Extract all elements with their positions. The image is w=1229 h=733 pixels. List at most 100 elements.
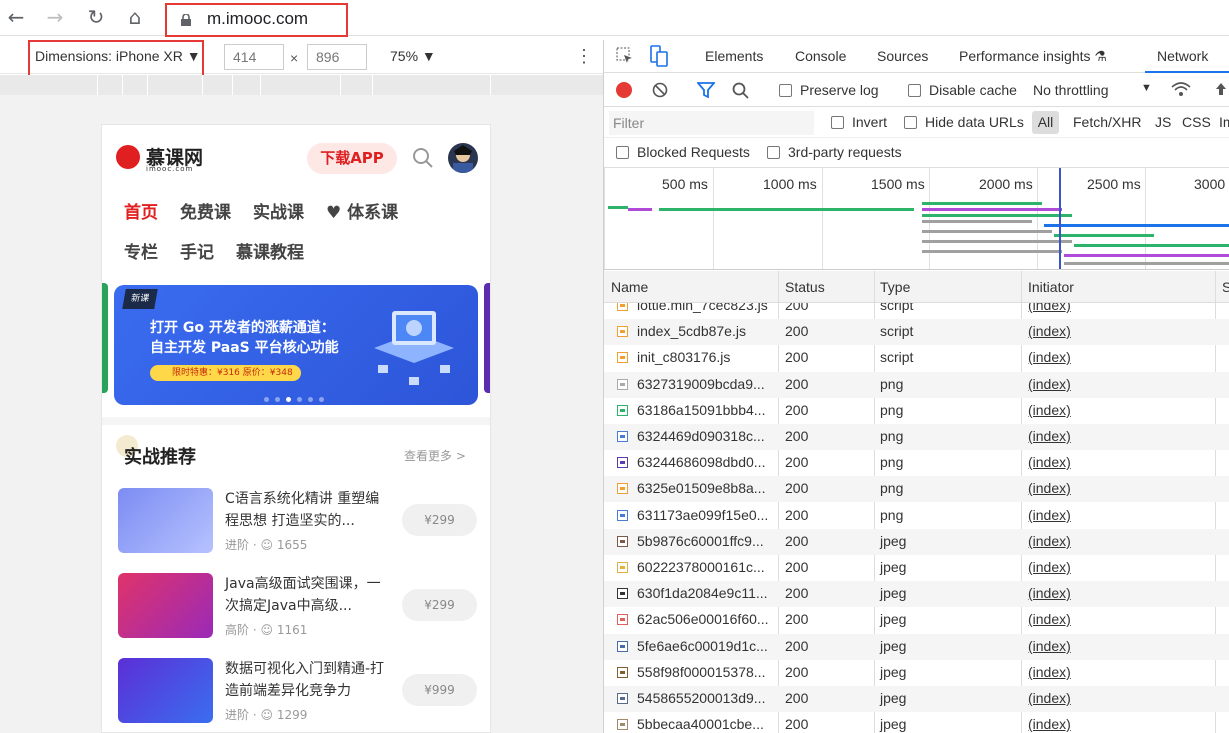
download-app-button[interactable]: 下载APP — [307, 143, 397, 174]
nav-column[interactable]: 专栏 — [124, 243, 158, 263]
nav-tutorials[interactable]: 慕课教程 — [236, 243, 304, 263]
more-options-icon[interactable]: ⋮ — [575, 46, 593, 67]
table-row[interactable]: index_5cdb87e.js 200 script (index) — [604, 319, 1229, 345]
network-overview-timeline[interactable]: 500 ms 1000 ms 1500 ms 2000 ms 2500 ms 3… — [604, 168, 1229, 270]
record-icon[interactable] — [616, 82, 632, 98]
inspect-element-icon[interactable] — [616, 47, 634, 65]
tab-performance-insights[interactable]: Performance insights ⚗ — [959, 48, 1107, 65]
filter-type-all[interactable]: All — [1032, 111, 1059, 134]
disable-cache-checkbox[interactable] — [908, 84, 921, 97]
nav-free-courses[interactable]: 免费课 — [180, 203, 231, 223]
nav-notes[interactable]: 手记 — [180, 243, 214, 263]
tab-elements[interactable]: Elements — [705, 48, 763, 64]
course-price[interactable]: ¥299 — [402, 504, 477, 536]
table-row[interactable]: 5458655200013d9... 200 jpeg (index) — [604, 686, 1229, 712]
request-initiator[interactable]: (index) — [1028, 376, 1071, 392]
request-initiator[interactable]: (index) — [1028, 585, 1071, 601]
request-initiator[interactable]: (index) — [1028, 559, 1071, 575]
column-status[interactable]: Status — [785, 279, 825, 295]
request-initiator[interactable]: (index) — [1028, 303, 1071, 313]
table-row[interactable]: 5fe6ae6c00019d1c... 200 jpeg (index) — [604, 634, 1229, 660]
table-row[interactable]: 5b9876c60001ffc9... 200 jpeg (index) — [604, 529, 1229, 555]
course-card[interactable]: Java高级面试突围课，一次搞定Java中高级... 高阶 · ☺ 1161 ¥… — [118, 573, 478, 639]
chevron-down-icon[interactable]: ▼ — [1141, 82, 1152, 94]
filter-type-fetch-xhr[interactable]: Fetch/XHR — [1073, 114, 1141, 130]
course-card[interactable]: C语言系统化精讲 重塑编程思想 打造坚实的... 进阶 · ☺ 1655 ¥29… — [118, 488, 478, 554]
pagination-dot[interactable] — [319, 397, 324, 402]
table-row[interactable]: 558f98f000015378... 200 jpeg (index) — [604, 660, 1229, 686]
height-input[interactable]: 896 — [307, 44, 367, 70]
table-row[interactable]: 631173ae099f15e0... 200 png (index) — [604, 503, 1229, 529]
filter-icon[interactable] — [697, 82, 715, 98]
column-initiator[interactable]: Initiator — [1028, 279, 1074, 295]
device-select[interactable]: Dimensions: iPhone XR ▼ — [35, 48, 201, 64]
column-size[interactable]: S — [1222, 279, 1229, 295]
network-conditions-icon[interactable] — [1170, 81, 1192, 99]
forward-icon[interactable]: → — [44, 6, 66, 28]
imooc-logo[interactable]: 慕课网 imooc.com — [116, 143, 216, 173]
request-initiator[interactable]: (index) — [1028, 716, 1071, 732]
preserve-log-checkbox[interactable] — [779, 84, 792, 97]
column-type[interactable]: Type — [880, 279, 910, 295]
clear-icon[interactable] — [652, 82, 668, 98]
pagination-dot-active[interactable] — [286, 397, 291, 402]
column-name[interactable]: Name — [611, 279, 648, 295]
tab-sources[interactable]: Sources — [877, 48, 928, 64]
hide-data-urls-checkbox[interactable] — [904, 116, 917, 129]
table-row[interactable]: 6325e01509e8b8a... 200 png (index) — [604, 476, 1229, 502]
request-initiator[interactable]: (index) — [1028, 428, 1071, 444]
pagination-dot[interactable] — [264, 397, 269, 402]
zoom-select[interactable]: 75% ▼ — [390, 48, 436, 64]
request-initiator[interactable]: (index) — [1028, 533, 1071, 549]
third-party-checkbox[interactable] — [767, 146, 780, 159]
course-price[interactable]: ¥299 — [402, 589, 477, 621]
request-initiator[interactable]: (index) — [1028, 611, 1071, 627]
device-toggle-icon[interactable] — [650, 45, 668, 67]
promo-banner[interactable]: 新课 打开 Go 开发者的涨薪通道： 自主开发 PaaS 平台核心功能 限时特惠… — [114, 285, 478, 405]
tab-console[interactable]: Console — [795, 48, 846, 64]
user-avatar[interactable] — [448, 143, 478, 173]
filter-type-js[interactable]: JS — [1155, 114, 1171, 130]
nav-practical-courses[interactable]: 实战课 — [253, 203, 304, 223]
filter-type-css[interactable]: CSS — [1182, 114, 1211, 130]
nav-home[interactable]: 首页 — [124, 203, 158, 223]
table-row[interactable]: 60222378000161c... 200 jpeg (index) — [604, 555, 1229, 581]
reload-icon[interactable]: ↻ — [85, 6, 107, 28]
table-row[interactable]: 62ac506e00016f60... 200 jpeg (index) — [604, 607, 1229, 633]
course-card[interactable]: 数据可视化入门到精通-打造前端差异化竞争力 进阶 · ☺ 1299 ¥999 — [118, 658, 478, 724]
request-initiator[interactable]: (index) — [1028, 638, 1071, 654]
request-initiator[interactable]: (index) — [1028, 454, 1071, 470]
request-initiator[interactable]: (index) — [1028, 690, 1071, 706]
request-initiator[interactable]: (index) — [1028, 402, 1071, 418]
request-initiator[interactable]: (index) — [1028, 323, 1071, 339]
tab-network[interactable]: Network — [1157, 48, 1208, 64]
search-icon[interactable] — [412, 147, 434, 169]
view-more-link[interactable]: 查看更多 > — [404, 447, 466, 464]
filter-input[interactable]: Filter — [609, 111, 814, 135]
width-input[interactable]: 414 — [224, 44, 284, 70]
table-row[interactable]: 63186a15091bbb4... 200 png (index) — [604, 398, 1229, 424]
address-bar[interactable]: m.imooc.com — [165, 3, 348, 37]
nav-system-courses[interactable]: ♥ 体系课 — [326, 203, 398, 223]
request-initiator[interactable]: (index) — [1028, 664, 1071, 680]
table-row[interactable]: lottie.min_7cec823.js 200 script (index) — [604, 303, 1229, 319]
blocked-requests-checkbox[interactable] — [616, 146, 629, 159]
table-row[interactable]: 63244686098dbd0... 200 png (index) — [604, 450, 1229, 476]
pagination-dot[interactable] — [275, 397, 280, 402]
table-row[interactable]: 5bbecaa40001cbe... 200 jpeg (index) — [604, 712, 1229, 733]
course-price[interactable]: ¥999 — [402, 674, 477, 706]
pagination-dot[interactable] — [308, 397, 313, 402]
table-row[interactable]: 6324469d090318c... 200 png (index) — [604, 424, 1229, 450]
request-initiator[interactable]: (index) — [1028, 480, 1071, 496]
back-icon[interactable]: ← — [5, 6, 27, 28]
table-row[interactable]: 6327319009bcda9... 200 png (index) — [604, 372, 1229, 398]
pagination-dot[interactable] — [297, 397, 302, 402]
home-icon[interactable]: ⌂ — [124, 6, 146, 28]
table-row[interactable]: 630f1da2084e9c11... 200 jpeg (index) — [604, 581, 1229, 607]
throttling-select[interactable]: No throttling — [1033, 82, 1108, 98]
filter-type-img[interactable]: Im — [1219, 114, 1229, 130]
upload-icon[interactable] — [1214, 81, 1228, 99]
table-row[interactable]: init_c803176.js 200 script (index) — [604, 345, 1229, 371]
request-initiator[interactable]: (index) — [1028, 349, 1071, 365]
search-icon[interactable] — [732, 82, 749, 99]
